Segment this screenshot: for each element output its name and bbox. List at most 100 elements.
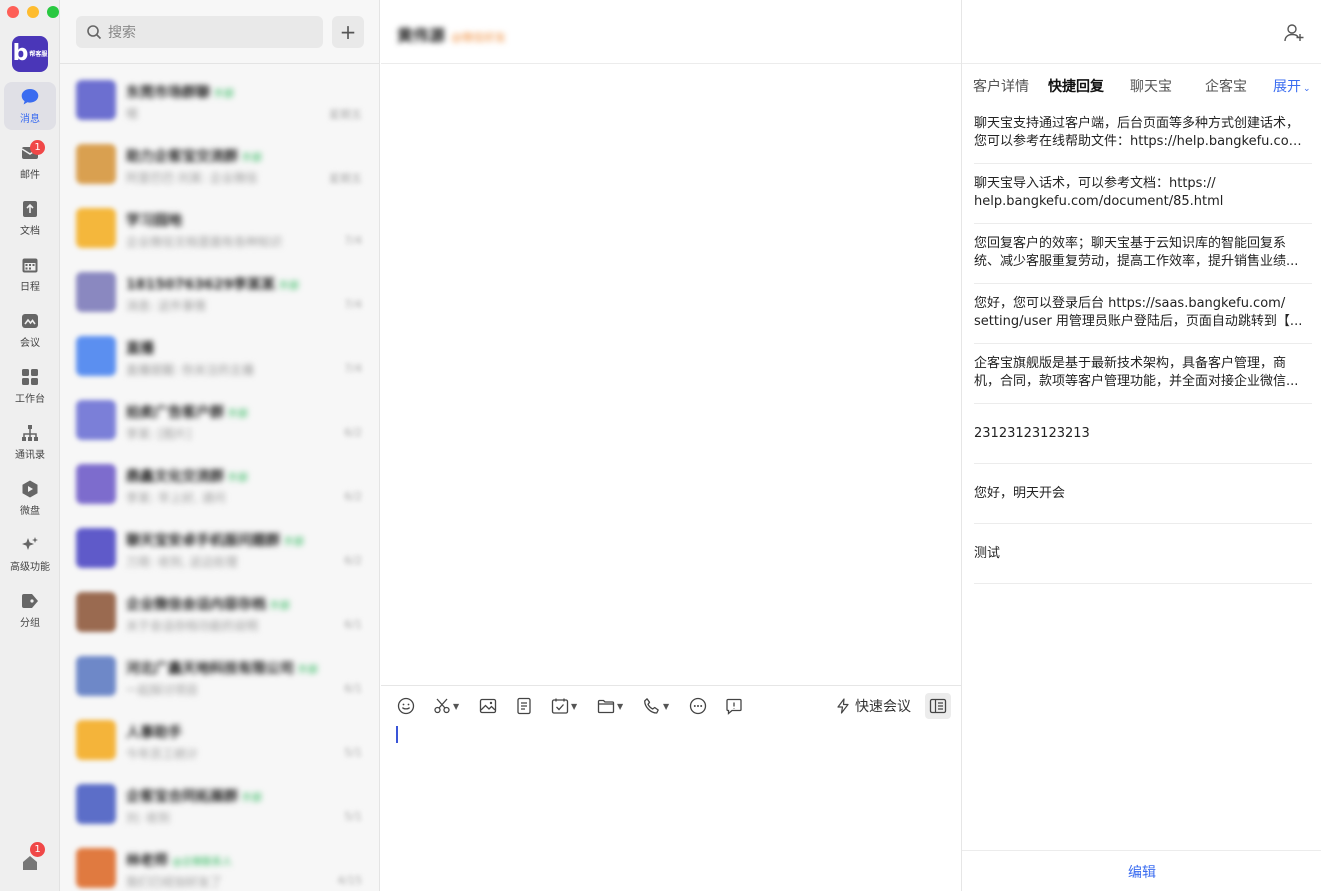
quick-reply-item[interactable]: 23123123123213 [974, 404, 1312, 464]
nav-drive[interactable]: 微盘 [4, 474, 56, 522]
emoji-button[interactable] [397, 696, 415, 716]
conversation-snippet: 刘: 收到 [126, 811, 170, 825]
nav-workbench[interactable]: 工作台 [4, 362, 56, 410]
add-user-icon[interactable] [1283, 22, 1305, 44]
tab-expand[interactable]: 展开 ⌄ [1273, 76, 1311, 96]
side-panel-toggle[interactable] [925, 693, 951, 719]
chat-contact-source: @微信好友 [451, 31, 507, 44]
image-icon [479, 698, 497, 714]
drive-icon [22, 480, 38, 498]
quick-reply-text: 您回复客户的效率；聊天宝基于云知识库的智能回复系 [974, 236, 1287, 251]
add-button[interactable]: + [332, 16, 364, 48]
conversation-item[interactable]: 人事助手 今年员工统计 5/1 [60, 710, 380, 774]
conversation-item[interactable]: 林老师 @企微联系人 我们已经加好友了 4/15 [60, 838, 380, 891]
nav-drive-label: 微盘 [20, 506, 40, 517]
quick-reply-text: 企客宝旗舰版是基于最新技术架构，具备客户管理，商 [974, 356, 1287, 371]
conversation-item[interactable]: 直播 直播提醒: 你关注的主播 7/4 [60, 326, 380, 390]
nav-calendar[interactable]: 日程 [4, 250, 56, 298]
conversation-time: 4/15 [337, 874, 362, 887]
nav-mail[interactable]: 邮件 1 [4, 138, 56, 186]
chat-record-button[interactable] [725, 696, 743, 716]
minimize-window-button[interactable] [27, 6, 39, 18]
checklist-icon [551, 698, 569, 714]
conversation-time: 6/1 [344, 618, 362, 631]
conversation-item[interactable]: 鼎鑫文化交流群 外部 李某: 早上好, 请问 6/2 [60, 454, 380, 518]
quick-reply-item[interactable]: 您回复客户的效率；聊天宝基于云知识库的智能回复系 统、减少客服重复劳动，提高工作效… [974, 224, 1312, 284]
quick-reply-item[interactable]: 您好，您可以登录后台 https://saas.bangkefu.com/set… [974, 284, 1312, 344]
conversation-snippet: 刀哥: 收到, 这边处理 [126, 555, 238, 569]
edit-button[interactable]: 编辑 [962, 862, 1321, 882]
conversation-name: 助力企客宝交流群 外部 [126, 149, 262, 165]
chat-bubble-icon [21, 89, 39, 105]
nav-advanced[interactable]: 高级功能 [4, 530, 56, 578]
nav-groups[interactable]: 分组 [4, 586, 56, 634]
quick-reply-text: help.bangkefu.com/document/85.html [974, 194, 1224, 209]
tab-chatbao[interactable]: 聊天宝 [1130, 76, 1172, 96]
conversation-item[interactable]: 河北广鑫天地科技有限公司 外部 一起探讨项目 6/1 [60, 646, 380, 710]
app-logo[interactable]: b 帮客服 [12, 36, 48, 72]
conversation-item[interactable]: 东莞市场群聊 外部嗯 星期五 [60, 70, 380, 134]
conversation-item[interactable]: 拍卖广告客户群 外部 李某: [图片] 6/2 [60, 390, 380, 454]
conversation-item[interactable]: 学习园地 企业微信文档里面有各种知识 7/4 [60, 198, 380, 262]
nav-contacts[interactable]: 通讯录 [4, 418, 56, 466]
note-button[interactable] [515, 696, 533, 716]
quick-reply-item[interactable]: 测试 [974, 524, 1312, 584]
task-button[interactable]: ▼ [551, 696, 577, 716]
message-square-icon [726, 698, 742, 715]
nav-messages[interactable]: 消息 [4, 82, 56, 130]
nav-docs[interactable]: 文档 [4, 194, 56, 242]
conversation-item[interactable]: 企业微信会话内容存档 外部 关于会话存档功能的说明 6/1 [60, 582, 380, 646]
image-button[interactable] [479, 696, 497, 716]
more-button[interactable] [689, 696, 707, 716]
chevron-down-icon: ▼ [617, 701, 624, 711]
quick-meeting-button[interactable]: 快速会议 [835, 696, 911, 716]
quick-reply-item[interactable]: 聊天宝导入话术，可以参考文档：https:// help.bangkefu.com… [974, 164, 1312, 224]
conversation-name: 林老师 @企微联系人 [126, 853, 232, 869]
quick-reply-text: 您可以参考在线帮助文件：https://help.bangkefu.com/..… [974, 134, 1308, 149]
nav-contacts-label: 通讯录 [15, 450, 45, 461]
tab-qikebao[interactable]: 企客宝 [1205, 76, 1247, 96]
search-icon [87, 25, 102, 40]
list-divider [60, 63, 380, 64]
zoom-window-button[interactable] [47, 6, 59, 18]
conversation-snippet: 我们已经加好友了 [126, 875, 223, 889]
nav-docs-label: 文档 [20, 226, 40, 237]
screenshot-button[interactable]: ▼ [433, 696, 459, 716]
search-input[interactable]: 搜索 [76, 16, 323, 48]
conversation-item[interactable]: 助力企客宝交流群 外部 阿里巴巴·刘某: 企业微信 星期五 [60, 134, 380, 198]
quick-reply-item[interactable]: 您好，明天开会 [974, 464, 1312, 524]
conversation-item[interactable]: 企客宝合同拓展群 外部 刘: 收到 5/1 [60, 774, 380, 838]
avatar [76, 720, 116, 760]
avatar [76, 784, 116, 824]
quick-reply-text: 统、减少客服重复劳动，提高工作效率，提升销售业绩... [974, 254, 1299, 269]
conversation-list-panel: 搜索 + 东莞市场群聊 外部嗯星期五 助力企客宝交流群 外部 阿里巴巴·刘某: 企业微信… [60, 0, 380, 891]
file-button[interactable]: ▼ [597, 696, 623, 716]
tab-customer-details[interactable]: 客户详情 [973, 76, 1029, 96]
chat-title[interactable]: 黄伟源 @微信好友 [397, 22, 506, 46]
quick-reply-text: 您好，明天开会 [974, 486, 1066, 501]
quick-reply-item[interactable]: 聊天宝支持通过客户端，后台页面等多种方式创建话术， 您可以参考在线帮助文件：htt… [974, 104, 1312, 164]
chat-area: 黄伟源 @微信好友 ▼ ▼ ▼ ▼ 快速会议 [381, 0, 961, 891]
message-input-cursor[interactable] [396, 726, 398, 743]
conversation-item[interactable]: 聊天宝安卓手机版问题群 外部 刀哥: 收到, 这边处理 6/2 [60, 518, 380, 582]
tag-icon [22, 594, 38, 608]
conversation-time: 5/1 [344, 810, 362, 823]
conversation-item[interactable]: 18150763629李某某 外部 消息: 这件事情 7/4 [60, 262, 380, 326]
phone-icon [644, 698, 659, 714]
bottom-unread-badge: 1 [30, 842, 45, 857]
scissors-icon [434, 698, 450, 714]
nav-meeting[interactable]: 会议 [4, 306, 56, 354]
document-icon [23, 201, 37, 217]
avatar [76, 528, 116, 568]
close-window-button[interactable] [7, 6, 19, 18]
tab-quick-reply[interactable]: 快捷回复 [1048, 76, 1104, 96]
nav-notifications[interactable]: 1 [4, 840, 56, 888]
meeting-icon [22, 314, 38, 328]
call-button[interactable]: ▼ [643, 696, 669, 716]
conversation-snippet: 李某: 早上好, 请问 [126, 491, 226, 505]
quick-reply-item[interactable]: 企客宝旗舰版是基于最新技术架构，具备客户管理，商 机，合同，款项等客户管理功能，并… [974, 344, 1312, 404]
quick-reply-text: 机，合同，款项等客户管理功能，并全面对接企业微信... [974, 374, 1299, 389]
conversation-snippet: 今年员工统计 [126, 747, 199, 761]
nav-calendar-label: 日程 [20, 282, 40, 293]
conversation-time: 7/4 [344, 234, 362, 247]
